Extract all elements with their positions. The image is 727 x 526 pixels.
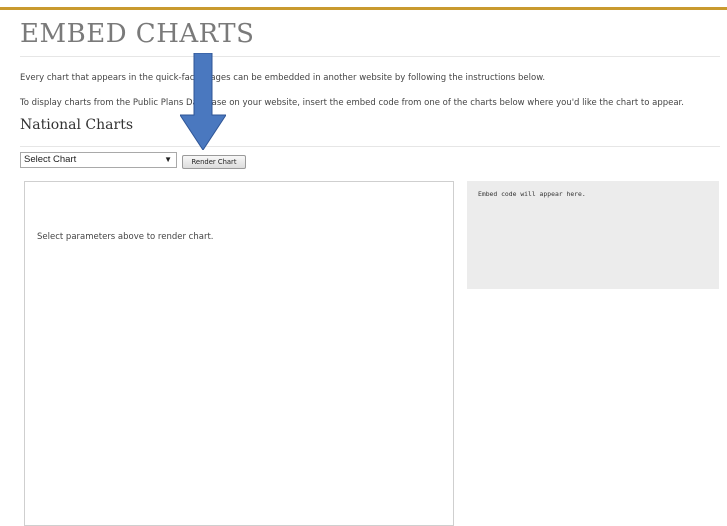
render-chart-button[interactable]: Render Chart [182, 155, 246, 169]
embed-code-text: Embed code will appear here. [478, 190, 586, 198]
intro-text-1: Every chart that appears in the quick-fa… [20, 73, 546, 83]
embed-code-panel[interactable]: Embed code will appear here. [467, 181, 719, 289]
chevron-down-icon: ▼ [164, 155, 172, 164]
chart-select-value: Select Chart [24, 154, 77, 165]
page-title: EMBED CHARTS [20, 19, 255, 49]
section-divider [20, 146, 720, 147]
chart-select[interactable]: Select Chart ▼ [20, 152, 177, 168]
section-title: National Charts [20, 117, 133, 133]
chart-area: Select parameters above to render chart. [24, 181, 454, 526]
title-divider [20, 56, 720, 57]
down-arrow-shape [180, 53, 226, 150]
top-accent-bar [0, 0, 727, 10]
down-arrow-icon [180, 53, 226, 150]
chart-placeholder-text: Select parameters above to render chart. [37, 232, 214, 242]
intro-text-2: To display charts from the Public Plans … [20, 98, 684, 108]
